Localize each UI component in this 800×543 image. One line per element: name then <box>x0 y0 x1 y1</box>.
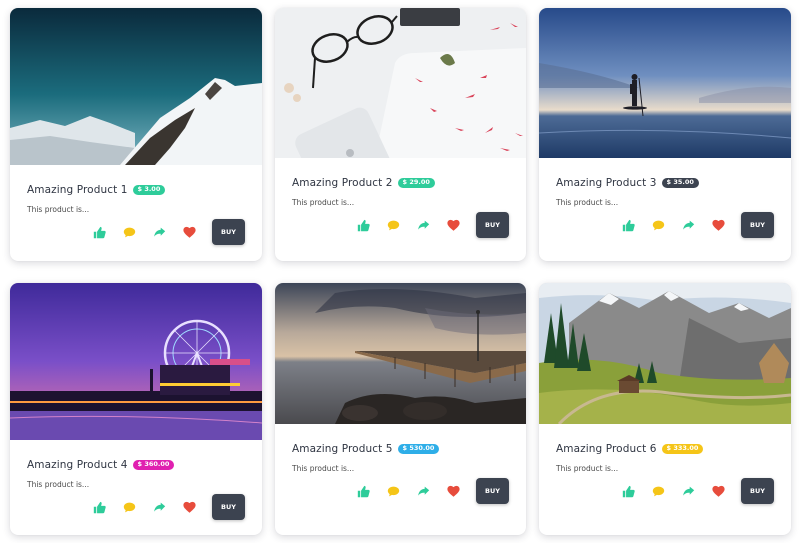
product-card: Amazing Product 6 $ 333.00 This product … <box>539 283 791 535</box>
price-badge: $ 530.00 <box>397 443 440 455</box>
product-title: Amazing Product 6 <box>556 443 657 455</box>
buy-button[interactable]: BUY <box>741 478 774 504</box>
product-card: Amazing Product 4 $ 360.00 This product … <box>10 283 262 535</box>
comment-icon[interactable] <box>122 225 136 239</box>
product-description: This product is... <box>292 464 355 473</box>
share-icon[interactable] <box>416 218 430 232</box>
thumbs-up-icon[interactable] <box>92 225 106 239</box>
buy-button[interactable]: BUY <box>476 212 509 238</box>
thumbs-up-icon[interactable] <box>621 484 635 498</box>
comment-icon[interactable] <box>651 218 665 232</box>
product-description: This product is... <box>556 464 619 473</box>
share-icon[interactable] <box>681 218 695 232</box>
product-card: Amazing Product 1 $ 3.00 This product is… <box>10 8 262 261</box>
share-icon[interactable] <box>152 500 166 514</box>
buy-button[interactable]: BUY <box>476 478 509 504</box>
thumbs-up-icon[interactable] <box>92 500 106 514</box>
product-image-paddleboard[interactable] <box>539 8 791 158</box>
heart-icon[interactable] <box>446 484 460 498</box>
product-title: Amazing Product 1 <box>27 184 128 196</box>
product-card: Amazing Product 3 $ 35.00 This product i… <box>539 8 791 261</box>
share-icon[interactable] <box>681 484 695 498</box>
product-title: Amazing Product 4 <box>27 459 128 471</box>
product-image-pier[interactable] <box>275 283 526 424</box>
heart-icon[interactable] <box>182 500 196 514</box>
price-badge: $ 35.00 <box>661 177 699 189</box>
comment-icon[interactable] <box>122 500 136 514</box>
comment-icon[interactable] <box>386 484 400 498</box>
price-badge: $ 360.00 <box>132 459 175 471</box>
thumbs-up-icon[interactable] <box>356 218 370 232</box>
product-title: Amazing Product 5 <box>292 443 393 455</box>
heart-icon[interactable] <box>446 218 460 232</box>
product-title: Amazing Product 3 <box>556 177 657 189</box>
product-card: Amazing Product 5 $ 530.00 This product … <box>275 283 526 535</box>
product-title: Amazing Product 2 <box>292 177 393 189</box>
thumbs-up-icon[interactable] <box>356 484 370 498</box>
price-badge: $ 29.00 <box>397 177 435 189</box>
product-description: This product is... <box>556 198 619 207</box>
heart-icon[interactable] <box>711 484 725 498</box>
comment-icon[interactable] <box>651 484 665 498</box>
product-image-desk[interactable] <box>275 8 526 158</box>
share-icon[interactable] <box>416 484 430 498</box>
thumbs-up-icon[interactable] <box>621 218 635 232</box>
comment-icon[interactable] <box>386 218 400 232</box>
share-icon[interactable] <box>152 225 166 239</box>
product-description: This product is... <box>27 480 90 489</box>
product-image-alpine-valley[interactable] <box>539 283 791 424</box>
buy-button[interactable]: BUY <box>212 494 245 520</box>
price-badge: $ 333.00 <box>661 443 704 455</box>
product-description: This product is... <box>292 198 355 207</box>
buy-button[interactable]: BUY <box>741 212 774 238</box>
product-card: Amazing Product 2 $ 29.00 This product i… <box>275 8 526 261</box>
heart-icon[interactable] <box>182 225 196 239</box>
heart-icon[interactable] <box>711 218 725 232</box>
buy-button[interactable]: BUY <box>212 219 245 245</box>
price-badge: $ 3.00 <box>132 184 166 196</box>
product-description: This product is... <box>27 205 90 214</box>
product-image-ferris-wheel[interactable] <box>10 283 262 440</box>
product-image-mountains[interactable] <box>10 8 262 165</box>
